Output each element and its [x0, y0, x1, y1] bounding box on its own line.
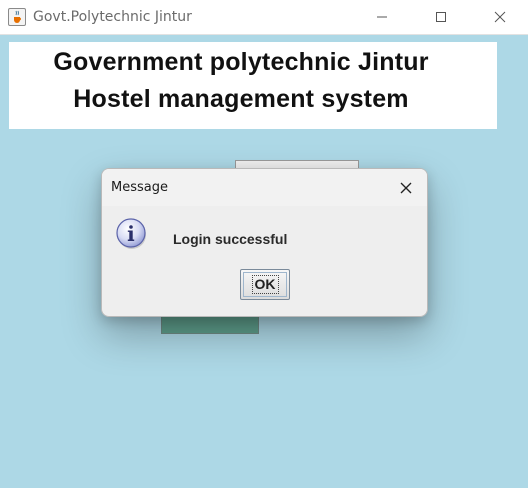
ok-button[interactable]: OK: [240, 269, 290, 300]
dialog-close-button[interactable]: [394, 177, 418, 199]
info-icon: [116, 218, 146, 249]
close-icon: [494, 11, 506, 23]
ok-button-focus: OK: [243, 272, 287, 297]
header-banner: Government polytechnic Jintur Hostel man…: [9, 42, 497, 129]
message-dialog: Message Login successful OK: [101, 168, 428, 317]
close-button[interactable]: [477, 0, 523, 34]
close-icon: [400, 182, 412, 194]
maximize-button[interactable]: [418, 0, 464, 34]
minimize-button[interactable]: [359, 0, 405, 34]
minimize-icon: [377, 16, 387, 18]
dialog-titlebar: Message: [102, 169, 427, 206]
window-title: Govt.Polytechnic Jintur: [33, 9, 192, 25]
dialog-message: Login successful: [173, 231, 288, 247]
banner-title: Government polytechnic Jintur: [53, 48, 429, 76]
java-cup-icon: [8, 8, 26, 26]
banner-subtitle: Hostel management system: [73, 85, 409, 113]
dialog-title: Message: [111, 180, 168, 195]
maximize-icon: [436, 12, 446, 22]
window-titlebar: Govt.Polytechnic Jintur: [0, 0, 528, 35]
ok-button-label: OK: [251, 275, 279, 294]
